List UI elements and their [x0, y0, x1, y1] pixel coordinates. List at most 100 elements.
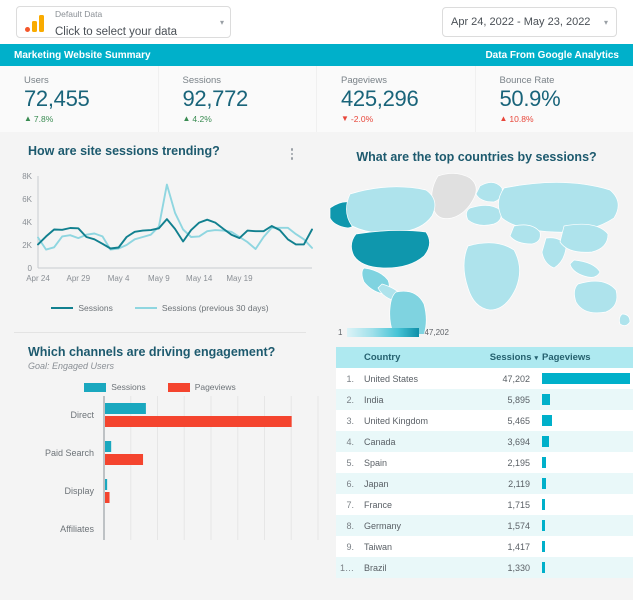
card-title: What are the top countries by sessions?	[356, 150, 597, 164]
cell-rank: 1…	[340, 562, 355, 573]
cell-country: Japan	[364, 478, 389, 489]
cell-country: Taiwan	[364, 541, 393, 552]
dashboard-title-strip: Marketing Website Summary Data From Goog…	[0, 44, 633, 66]
dashboard-title: Marketing Website Summary	[14, 49, 151, 61]
th-country[interactable]: Country	[360, 347, 478, 368]
pageviews-bar	[542, 436, 550, 447]
cell-rank: 4.	[346, 436, 354, 447]
arrow-up-icon: ▲	[24, 113, 32, 123]
scorecard-label: Sessions	[182, 75, 222, 86]
cell-sessions: 5,895	[507, 394, 530, 405]
svg-text:6K: 6K	[22, 195, 32, 204]
cell-sessions: 47,202	[502, 373, 530, 384]
card-subtitle: Goal: Engaged Users	[28, 361, 115, 371]
world-map	[329, 173, 631, 334]
sort-descending-icon[interactable]: ▾	[534, 355, 538, 362]
countries-table-wrap: Country Sessions ▾ Pageviews 1. United Sta…	[320, 337, 633, 578]
table-row[interactable]: 1. United States 47,202	[336, 368, 633, 389]
cell-rank: 9.	[346, 541, 354, 552]
legend-item-sessions: Sessions	[84, 382, 146, 392]
left-column: How are site sessions trending? 0 2K 4K 6K 8…	[0, 132, 320, 600]
cell-country: Canada	[364, 436, 396, 447]
cell-pageviews-bar	[540, 410, 633, 431]
google-analytics-logo-icon	[25, 12, 47, 32]
cell-pageviews-bar	[540, 536, 633, 557]
scorecard-value: 50.9%	[499, 86, 561, 111]
scorecard-delta: ▼ -2.0%	[341, 114, 475, 124]
cell-country: United States	[364, 373, 419, 384]
channel-engagement-card: Which channels are driving engagement? G…	[0, 333, 320, 540]
table-row[interactable]: 7. France 1,715	[336, 494, 633, 515]
scorecard-sessions: Sessions 92,772 ▲ 4.2%	[157, 66, 317, 132]
cell-rank: 1.	[346, 373, 354, 384]
cell-sessions: 2,119	[508, 478, 530, 489]
channel-engagement-chart: DirectPaid SearchDisplayAffiliates(Other…	[45, 396, 319, 540]
chevron-down-icon[interactable]: ▾	[220, 18, 224, 27]
right-column: What are the top countries by sessions? …	[320, 132, 633, 600]
legend-swatch	[167, 382, 190, 392]
svg-text:Apr 29: Apr 29	[67, 274, 91, 283]
map-color-legend: 1 47,202	[320, 328, 633, 337]
pageviews-bar	[542, 373, 630, 384]
cell-country: France	[364, 499, 393, 510]
scorecard-delta: ▲ 4.2%	[183, 114, 317, 124]
table-row[interactable]: 3. United Kingdom 5,465	[336, 410, 633, 431]
th-sessions[interactable]: Sessions ▾	[478, 347, 540, 368]
cell-country: India	[364, 394, 384, 405]
table-row[interactable]: 8. Germany 1,574	[336, 515, 633, 536]
australia-region	[574, 280, 618, 314]
th-pageviews[interactable]: Pageviews	[540, 347, 633, 368]
russia-asia-region	[498, 182, 619, 233]
cell-rank: 8.	[346, 520, 354, 531]
kebab-menu-icon[interactable]	[290, 148, 293, 160]
table-row[interactable]: 5. Spain 2,195	[336, 452, 633, 473]
table-row[interactable]: 6. Japan 2,119	[336, 473, 633, 494]
date-range-selector[interactable]: Apr 24, 2022 - May 23, 2022 ▾	[442, 7, 617, 37]
legend-swatch	[84, 382, 107, 392]
cell-country: Spain	[364, 457, 388, 468]
legend-swatch	[134, 306, 157, 310]
table-row[interactable]: 2. India 5,895	[336, 389, 633, 410]
data-source-note: Data From Google Analytics	[485, 49, 619, 61]
cell-sessions: 1,330	[507, 562, 530, 573]
line-chart-legend: Sessions Sessions (previous 30 days)	[0, 303, 320, 313]
w-europe-region	[466, 205, 502, 226]
arrow-up-icon: ▲	[182, 113, 191, 123]
table-row[interactable]: 9. Taiwan 1,417	[336, 536, 633, 557]
pageviews-bar	[542, 562, 545, 573]
map-legend-max: 47,202	[424, 328, 449, 337]
scorecard-bounce-rate: Bounce Rate 50.9% ▲ 10.8%	[474, 66, 633, 132]
legend-label: Sessions	[78, 303, 113, 313]
chevron-down-icon[interactable]: ▾	[604, 18, 608, 27]
cell-rank: 3.	[346, 415, 354, 426]
svg-text:Display: Display	[64, 486, 94, 496]
legend-item-sessions: Sessions	[51, 303, 113, 313]
th-rank	[336, 347, 360, 368]
china-se-region	[559, 223, 609, 253]
table-row[interactable]: 4. Canada 3,694	[336, 431, 633, 452]
table-row[interactable]: 1… Brazil 1,330	[336, 557, 633, 578]
card-title: How are site sessions trending?	[28, 144, 220, 158]
svg-text:May 9: May 9	[148, 274, 170, 283]
pageviews-bar	[542, 415, 552, 426]
cell-rank: 6.	[346, 478, 354, 489]
cell-sessions: 3,694	[507, 436, 530, 447]
svg-text:0: 0	[28, 264, 33, 273]
scorecard-value: 92,772	[182, 86, 249, 111]
map-legend-min: 1	[338, 328, 343, 337]
date-range-value: Apr 24, 2022 - May 23, 2022	[451, 16, 591, 28]
cell-rank: 5.	[346, 457, 354, 468]
cell-pageviews-bar	[540, 494, 633, 515]
pageviews-bar	[542, 499, 545, 510]
svg-text:8K: 8K	[22, 172, 32, 181]
table-body: 1. United States 47,202 2. India 5,895 3. Unite…	[336, 368, 633, 578]
cell-pageviews-bar	[540, 473, 633, 494]
cell-country: Germany	[364, 520, 402, 531]
data-source-selector[interactable]: Default Data Click to select your data ▾	[16, 6, 231, 38]
scorecard-row: Users 72,455 ▲ 7.8% Sessions 92,772 ▲ 4.…	[0, 66, 633, 132]
legend-item-sessions-previous: Sessions (previous 30 days)	[134, 303, 269, 313]
cell-pageviews-bar	[540, 368, 633, 389]
legend-label: Sessions (previous 30 days)	[161, 303, 269, 313]
scorecard-label: Users	[24, 75, 49, 86]
cell-country: Brazil	[364, 562, 387, 573]
